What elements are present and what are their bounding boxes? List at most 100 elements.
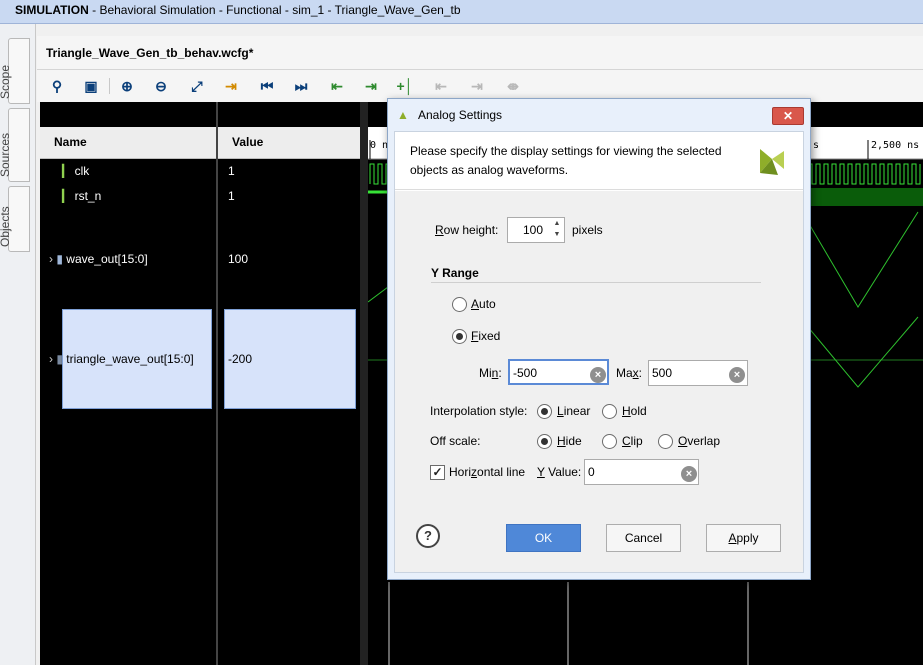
row-height-value: 100 <box>523 223 544 237</box>
off-scale-clip-label[interactable]: Clip <box>622 434 643 448</box>
window-title: - Behavioral Simulation - Functional - s… <box>88 3 461 17</box>
vivado-logo-icon: ▲ <box>397 108 409 122</box>
signal-row-wave-out[interactable]: › ▮ wave_out[15:0] <box>49 252 148 266</box>
dialog-title: Analog Settings <box>418 108 503 122</box>
off-scale-clip-radio[interactable] <box>602 434 617 449</box>
signal-name: wave_out[15:0] <box>66 252 148 266</box>
clk-wave <box>807 163 921 185</box>
signal-value: -200 <box>228 352 253 366</box>
max-label: Max: <box>616 366 643 380</box>
max-value: 500 <box>652 366 673 380</box>
side-tab-bar: Scope Sources Objects <box>0 24 36 665</box>
add-marker-icon[interactable]: +│ <box>395 76 415 96</box>
triangle-wave-out-wave <box>807 316 919 388</box>
y-range-fixed-label[interactable]: Fixed <box>471 329 500 343</box>
previous-marker-icon[interactable]: ⇤ <box>431 76 451 96</box>
section-divider <box>431 282 761 283</box>
expand-chevron-icon[interactable]: › <box>49 252 53 266</box>
dialog-description: Please specify the display settings for … <box>410 144 722 177</box>
signal-value: 100 <box>228 252 249 266</box>
go-to-last-time-icon[interactable]: ⏭ <box>291 76 311 96</box>
window-title-bar: SIMULATION - Behavioral Simulation - Fun… <box>0 0 923 24</box>
signal-row-clk[interactable]: ▎ clk <box>62 164 89 178</box>
interpolation-linear-label[interactable]: Linear <box>557 404 590 418</box>
signal-name: triangle_wave_out[15:0] <box>66 352 194 366</box>
y-range-fixed-radio[interactable] <box>452 329 467 344</box>
tab-sources-label: Sources <box>0 132 12 177</box>
next-transition-icon[interactable]: ⇥ <box>361 76 381 96</box>
value-column-header[interactable]: Value <box>218 127 360 159</box>
zoom-fit-icon[interactable]: ⤢ <box>187 76 207 96</box>
off-scale-overlap-label[interactable]: Overlap <box>678 434 720 448</box>
signal-name-panel: Name ▎ clk ▎ rst_n › ▮ wave_out[15:0] › … <box>40 102 216 665</box>
dialog-description-panel: Please specify the display settings for … <box>395 132 803 190</box>
apply-button[interactable]: Apply <box>706 524 781 552</box>
off-scale-hide-radio[interactable] <box>537 434 552 449</box>
go-to-cursor-icon[interactable]: ⇥ <box>221 76 241 96</box>
signal-row-triangle-wave-out[interactable]: › ▮ triangle_wave_out[15:0] <box>49 352 194 366</box>
bus-signal-icon: ▮ <box>56 252 63 266</box>
save-icon[interactable]: ▣ <box>81 76 101 96</box>
bit-signal-icon: ▎ <box>62 164 72 178</box>
off-scale-label: Off scale: <box>430 434 481 448</box>
bit-signal-icon: ▎ <box>62 189 72 203</box>
close-icon[interactable]: ✕ <box>772 107 804 125</box>
y-range-auto-label[interactable]: Auto <box>471 297 496 311</box>
dialog-form: Row height: 100 ▲ ▼ pixels Y Range Auto F… <box>395 191 803 572</box>
value-column-label: Value <box>232 135 264 149</box>
y-range-auto-radio[interactable] <box>452 297 467 312</box>
toolbar-divider <box>109 78 110 94</box>
editor-tab-title: Triangle_Wave_Gen_tb_behav.wcfg* <box>46 46 254 60</box>
row-height-spinner[interactable]: ▲ ▼ <box>551 218 563 244</box>
swap-cursors-icon[interactable]: ⇼ <box>503 76 523 96</box>
wave-out-wave <box>368 286 389 303</box>
vivado-logo-icon <box>760 149 784 175</box>
tab-sources[interactable]: Sources <box>0 108 30 182</box>
dialog-title-bar[interactable]: ▲ Analog Settings <box>388 99 810 131</box>
tab-scope-label: Scope <box>0 64 12 99</box>
signal-value: 1 <box>228 164 235 178</box>
previous-transition-icon[interactable]: ⇤ <box>327 76 347 96</box>
app-mode-label: SIMULATION <box>15 3 89 17</box>
horizontal-line-label[interactable]: Horizontal line <box>449 465 525 479</box>
tab-objects-label: Objects <box>0 206 12 247</box>
zoom-in-icon[interactable]: ⊕ <box>117 76 137 96</box>
ok-button[interactable]: OK <box>506 524 581 552</box>
time-label-end: 2,500 ns <box>871 140 920 151</box>
cancel-button[interactable]: Cancel <box>606 524 681 552</box>
search-icon[interactable]: ⚲ <box>47 76 67 96</box>
clear-icon[interactable]: × <box>729 367 745 383</box>
signal-name: clk <box>74 164 90 178</box>
next-marker-icon[interactable]: ⇥ <box>467 76 487 96</box>
signal-row-rst-n[interactable]: ▎ rst_n <box>62 189 101 203</box>
analog-settings-dialog: ▲ Analog Settings ✕ Please specify the d… <box>387 98 811 580</box>
y-value-label: Y Value: <box>537 465 582 479</box>
rst-n-wave <box>808 188 923 206</box>
off-scale-hide-label[interactable]: Hide <box>557 434 582 448</box>
interpolation-label: Interpolation style: <box>430 404 528 418</box>
min-label: Min: <box>479 366 502 380</box>
interpolation-linear-radio[interactable] <box>537 404 552 419</box>
interpolation-hold-label[interactable]: Hold <box>622 404 647 418</box>
clear-icon[interactable]: × <box>590 367 606 383</box>
help-button[interactable]: ? <box>416 524 440 548</box>
off-scale-overlap-radio[interactable] <box>658 434 673 449</box>
horizontal-line-checkbox[interactable]: ✓ <box>430 465 445 480</box>
min-value: -500 <box>513 366 538 380</box>
signal-name: rst_n <box>74 189 102 203</box>
zoom-out-icon[interactable]: ⊖ <box>151 76 171 96</box>
panel-splitter[interactable] <box>360 102 368 665</box>
row-height-unit: pixels <box>572 223 603 237</box>
tab-scope[interactable]: Scope <box>0 38 30 104</box>
expand-chevron-icon[interactable]: › <box>49 352 53 366</box>
name-column-header[interactable]: Name <box>40 127 216 159</box>
signal-value: 1 <box>228 189 235 203</box>
clear-icon[interactable]: × <box>681 466 697 482</box>
go-to-time-0-icon[interactable]: ⏮ <box>257 76 277 96</box>
wave-out-wave <box>807 211 919 308</box>
interpolation-hold-radio[interactable] <box>602 404 617 419</box>
y-range-heading: Y Range <box>431 266 479 280</box>
waveform-editor-tab[interactable]: Triangle_Wave_Gen_tb_behav.wcfg* <box>37 36 923 70</box>
tab-objects[interactable]: Objects <box>0 186 30 252</box>
row-height-label: Row height: <box>435 223 499 237</box>
